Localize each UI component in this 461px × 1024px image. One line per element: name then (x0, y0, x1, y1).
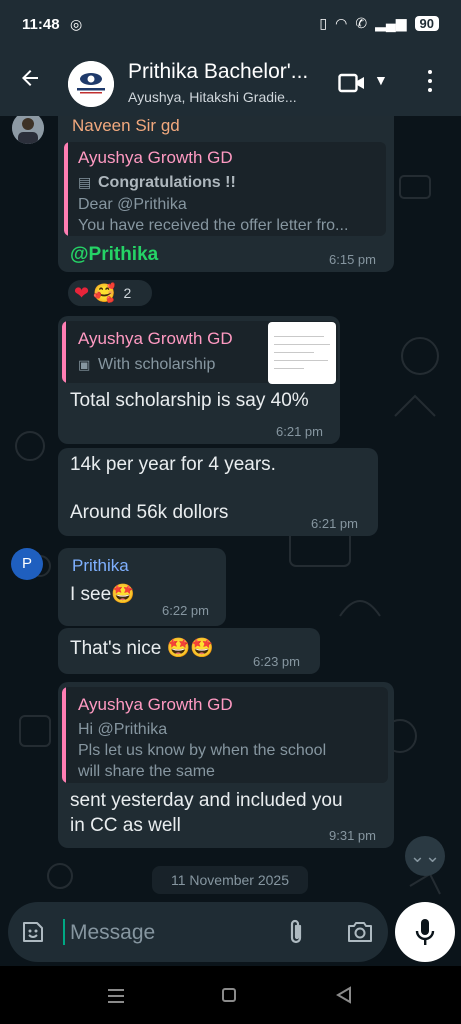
camera-icon[interactable] (346, 920, 374, 949)
status-icons: ▯ ◠ ✆ ▂▄▆ 90 (319, 15, 439, 32)
scroll-to-bottom-button[interactable]: ⌄⌄ (405, 836, 445, 876)
message-time: 6:21 pm (311, 516, 358, 531)
quote-sender: Ayushya Growth GD (78, 329, 233, 348)
back-nav-icon[interactable] (336, 986, 352, 1004)
message-text: sent yesterday and included you (70, 790, 343, 811)
quote-line: With scholarship (98, 356, 216, 373)
message-text: Total scholarship is say 40% (70, 390, 309, 411)
date-divider: 11 November 2025 (152, 866, 308, 894)
message-time: 6:21 pm (276, 424, 323, 439)
sender-name: Naveen Sir gd (72, 116, 180, 135)
quoted-message[interactable]: Ayushya Growth GD ▤ Congratulations !! D… (64, 142, 386, 236)
mention-text[interactable]: @Prithika (70, 244, 158, 266)
microphone-icon (415, 919, 435, 945)
message-time: 6:15 pm (329, 252, 376, 267)
message-composer (8, 902, 388, 962)
more-options-icon[interactable] (428, 70, 434, 97)
sender-name: Prithika (72, 556, 129, 575)
message-text: That's nice 🤩🤩 (70, 636, 214, 661)
call-icon: ✆ (355, 15, 368, 31)
quoted-message[interactable]: Ayushya Growth GD Hi @Prithika Pls let u… (62, 687, 388, 783)
image-icon: ▣ (78, 357, 91, 372)
message-text-content: That's nice (70, 638, 162, 659)
message-input[interactable] (68, 914, 272, 952)
quote-sender: Ayushya Growth GD (78, 695, 233, 714)
avatar-letter: P (21, 555, 32, 572)
recent-apps-icon[interactable] (107, 988, 125, 1004)
text-cursor (63, 919, 65, 945)
smiling-hearts-reaction-icon: 🥰 (93, 282, 116, 303)
message-time: 6:22 pm (162, 603, 209, 618)
quote-line: You have received the offer letter fro..… (78, 217, 349, 234)
back-arrow-icon[interactable] (18, 66, 42, 97)
quote-line: Hi @Prithika (78, 721, 168, 738)
message-bubble[interactable]: Prithika I see🤩 6:22 pm (58, 548, 226, 626)
heart-reaction-icon: ❤ (74, 282, 90, 303)
message-text: Around 56k dollors (70, 502, 229, 523)
message-text: I see🤩 (70, 582, 135, 607)
sticker-icon[interactable] (20, 919, 46, 950)
message-bubble[interactable]: That's nice 🤩🤩 6:23 pm (58, 628, 320, 674)
message-bubble[interactable]: Ayushya Growth GD Hi @Prithika Pls let u… (58, 682, 394, 848)
chat-title[interactable]: Prithika Bachelor'... (128, 60, 308, 84)
wifi-icon: ◠ (335, 15, 348, 31)
quote-accent-bar (64, 142, 68, 236)
quote-sender: Ayushya Growth GD (78, 148, 233, 167)
quote-accent-bar (62, 321, 66, 383)
voice-message-button[interactable] (395, 902, 455, 962)
quote-title: Congratulations !! (98, 174, 236, 191)
vibrate-icon: ▯ (319, 15, 328, 31)
status-bar: 11:48 ◎ ▯ ◠ ✆ ▂▄▆ 90 (0, 0, 461, 52)
message-time: 9:31 pm (329, 828, 376, 843)
message-text: 14k per year for 4 years. (70, 454, 276, 475)
call-dropdown-icon[interactable]: ▼ (374, 72, 388, 88)
reactions-pill[interactable]: ❤ 🥰 2 (66, 278, 154, 308)
attach-icon[interactable] (286, 918, 306, 951)
home-icon[interactable] (222, 988, 236, 1002)
chat-participants[interactable]: Ayushya, Hitakshi Gradie... (128, 89, 297, 105)
message-text-content: I see (70, 584, 112, 605)
star-struck-emoji: 🤩🤩 (166, 638, 214, 659)
message-text: in CC as well (70, 815, 181, 836)
quote-accent-bar (62, 687, 66, 783)
star-struck-emoji: 🤩 (111, 584, 135, 605)
quoted-image-thumbnail[interactable] (268, 322, 336, 384)
sender-avatar-prithika[interactable]: P (11, 548, 43, 580)
quote-line: Pls let us know by when the school (78, 742, 327, 759)
group-avatar[interactable] (68, 61, 114, 107)
status-time: 11:48 (22, 16, 60, 33)
quote-line: Dear @Prithika (78, 196, 187, 213)
quote-line: will share the same (78, 763, 215, 780)
system-nav-bar (0, 966, 461, 1024)
signal-icon: ▂▄▆ (375, 15, 407, 31)
message-time: 6:23 pm (253, 654, 300, 669)
double-chevron-down-icon: ⌄⌄ (409, 846, 441, 866)
chat-area[interactable]: Naveen Sir gd Ayushya Growth GD ▤ Congra… (0, 116, 461, 966)
message-bubble[interactable]: Naveen Sir gd Ayushya Growth GD ▤ Congra… (58, 116, 394, 272)
document-icon: ▤ (78, 174, 92, 190)
whatsapp-icon: ◎ (70, 16, 83, 32)
message-bubble[interactable]: 14k per year for 4 years. Around 56k dol… (58, 448, 378, 536)
reaction-count: 2 (123, 285, 132, 301)
video-call-icon[interactable] (338, 72, 366, 99)
chat-header: Prithika Bachelor'... Ayushya, Hitakshi … (0, 52, 461, 116)
battery-icon: 90 (414, 16, 439, 31)
